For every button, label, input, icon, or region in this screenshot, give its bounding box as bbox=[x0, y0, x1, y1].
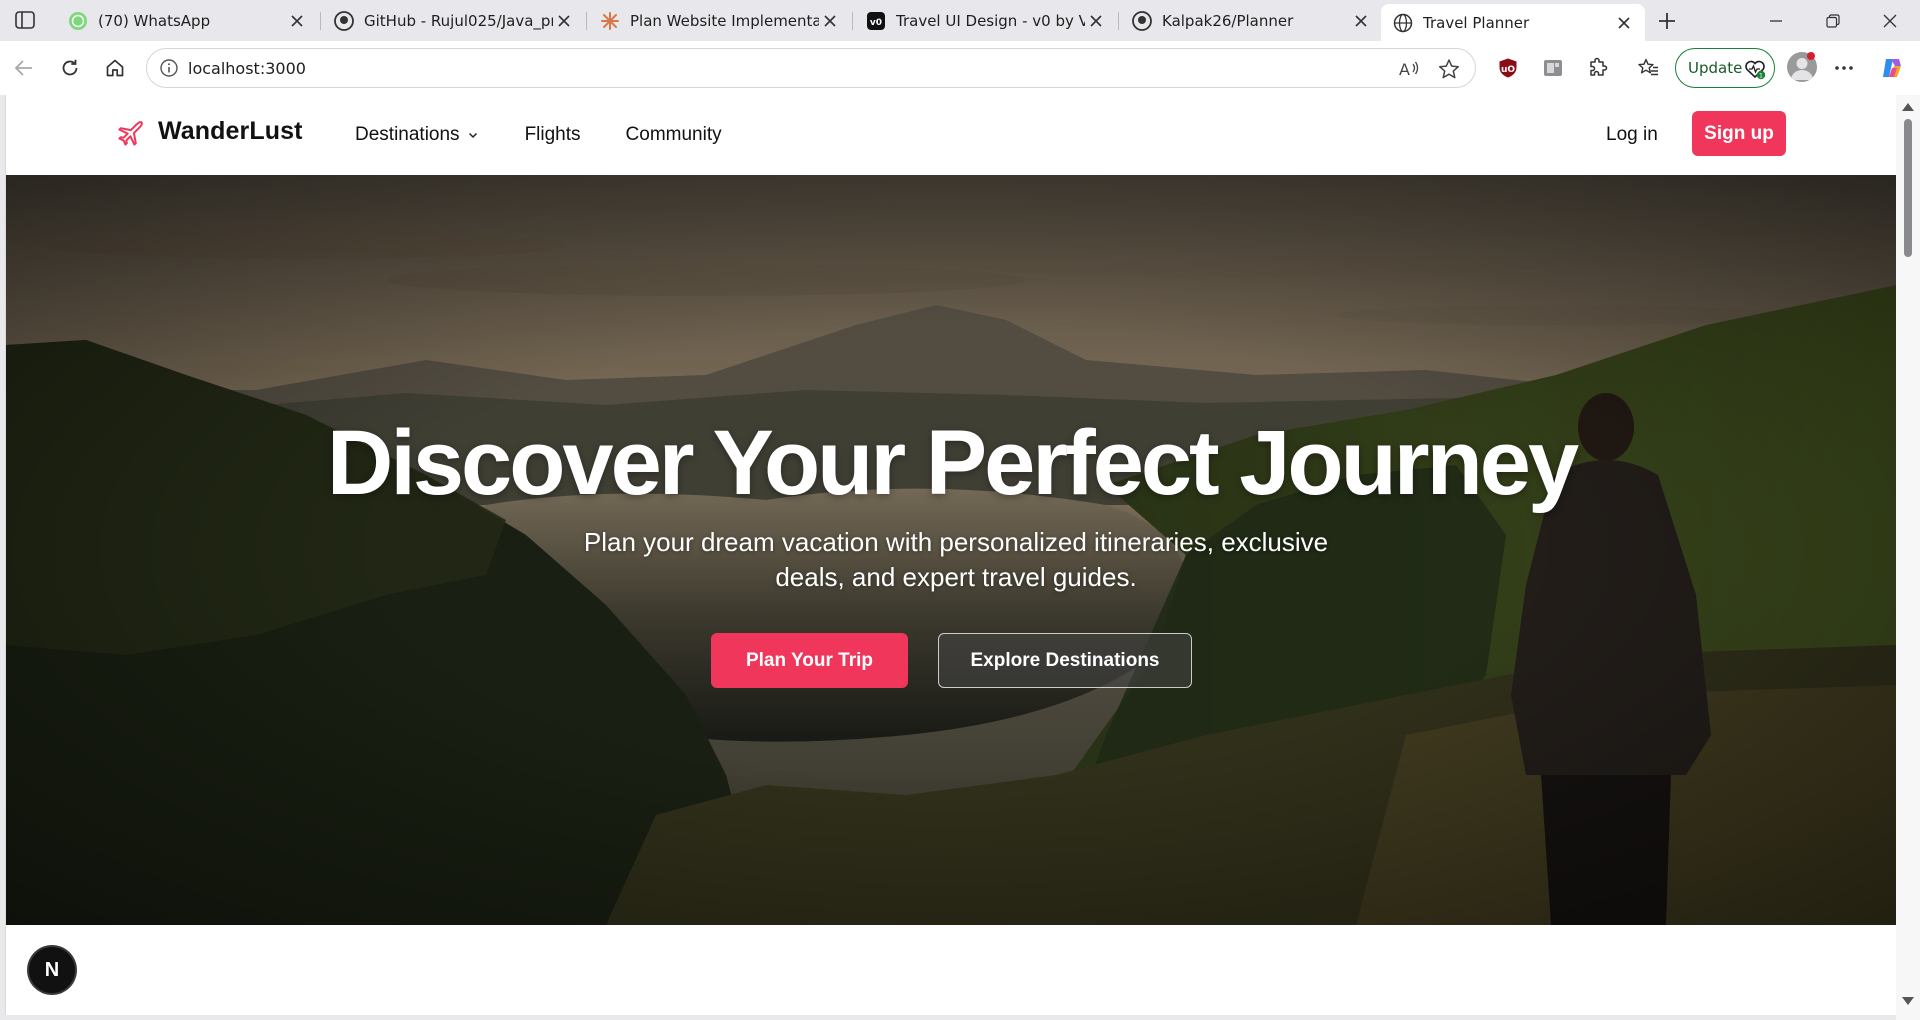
hero-subtitle: Plan your dream vacation with personaliz… bbox=[583, 527, 1329, 592]
whatsapp-icon bbox=[68, 11, 88, 31]
browser-essentials-icon: 1 bbox=[1744, 58, 1766, 80]
tab-title: Plan Website Implementation bbox=[630, 11, 819, 30]
url-text[interactable]: localhost:3000 bbox=[188, 59, 306, 78]
restore-icon[interactable] bbox=[1805, 0, 1861, 41]
site-header: WanderLust Destinations Flights Communit… bbox=[6, 95, 1896, 175]
notification-dot bbox=[1807, 52, 1815, 60]
svg-text:1: 1 bbox=[1759, 72, 1763, 80]
v0-icon: v0 bbox=[866, 11, 886, 31]
extensions-puzzle-icon[interactable] bbox=[1584, 54, 1612, 82]
brand-name: WanderLust bbox=[158, 117, 303, 145]
plane-icon bbox=[118, 118, 146, 146]
close-icon[interactable] bbox=[286, 10, 308, 32]
tab-title: (70) WhatsApp bbox=[98, 11, 211, 30]
extension-card-icon[interactable] bbox=[1539, 54, 1567, 82]
tab-title: Travel Planner bbox=[1423, 13, 1530, 32]
github-icon bbox=[1132, 10, 1152, 31]
svg-text:v0: v0 bbox=[870, 18, 882, 28]
svg-text:A: A bbox=[1399, 60, 1410, 79]
nextjs-dev-badge[interactable]: N bbox=[29, 947, 75, 993]
tab-strip: (70) WhatsApp GitHub - Rujul025/Java_pro… bbox=[0, 0, 1920, 41]
new-tab-icon[interactable] bbox=[1652, 6, 1682, 36]
sidebar-toggle-icon[interactable] bbox=[12, 8, 38, 32]
ublock-icon[interactable]: uO bbox=[1494, 54, 1522, 82]
tab-plan-website[interactable]: Plan Website Implementation bbox=[588, 4, 851, 37]
page-viewport: WanderLust Destinations Flights Communit… bbox=[5, 95, 1896, 1015]
scrollbar-thumb[interactable] bbox=[1904, 119, 1912, 257]
page-scrollbar[interactable] bbox=[1896, 95, 1920, 1020]
close-icon[interactable] bbox=[1085, 10, 1107, 32]
site-logo[interactable]: WanderLust bbox=[118, 117, 303, 146]
close-icon[interactable] bbox=[1613, 12, 1635, 34]
browser-toolbar: localhost:3000 A uO Update 1 bbox=[0, 41, 1920, 95]
svg-text:uO: uO bbox=[1501, 65, 1515, 75]
scroll-up-icon[interactable] bbox=[1902, 103, 1914, 111]
close-icon[interactable] bbox=[819, 10, 841, 32]
tab-v0-travel[interactable]: v0 Travel UI Design - v0 by Verc bbox=[854, 4, 1117, 37]
github-icon bbox=[334, 10, 354, 31]
hero-title: Discover Your Perfect Journey bbox=[326, 412, 1579, 514]
home-icon[interactable] bbox=[101, 54, 129, 82]
nav-destinations-label: Destinations bbox=[355, 124, 460, 145]
nav-flights[interactable]: Flights bbox=[525, 124, 581, 146]
tab-github-rujul[interactable]: GitHub - Rujul025/Java_proje bbox=[322, 4, 585, 37]
explore-destinations-button[interactable]: Explore Destinations bbox=[938, 633, 1192, 688]
nav-community[interactable]: Community bbox=[626, 124, 722, 146]
chevron-down-icon bbox=[468, 132, 477, 139]
tab-title: Travel UI Design - v0 by Verc bbox=[896, 11, 1085, 30]
signup-button[interactable]: Sign up bbox=[1692, 111, 1786, 156]
tab-travel-planner[interactable]: Travel Planner bbox=[1381, 4, 1645, 41]
update-button[interactable]: Update 1 bbox=[1675, 48, 1775, 88]
minimize-icon[interactable] bbox=[1748, 0, 1804, 41]
close-icon[interactable] bbox=[1350, 10, 1372, 32]
tab-title: Kalpak26/Planner bbox=[1162, 11, 1294, 30]
back-icon[interactable] bbox=[10, 54, 38, 82]
favorites-icon[interactable] bbox=[1634, 54, 1662, 82]
plan-your-trip-button[interactable]: Plan Your Trip bbox=[711, 633, 908, 688]
favorite-star-icon[interactable] bbox=[1437, 57, 1461, 81]
more-menu-icon[interactable] bbox=[1830, 54, 1858, 82]
copilot-icon[interactable] bbox=[1878, 54, 1906, 82]
window-close-icon[interactable] bbox=[1862, 0, 1918, 41]
globe-icon bbox=[1393, 13, 1413, 33]
address-bar[interactable]: localhost:3000 A bbox=[146, 48, 1476, 88]
refresh-icon[interactable] bbox=[56, 54, 84, 82]
login-link[interactable]: Log in bbox=[1606, 124, 1658, 146]
nav-destinations[interactable]: Destinations bbox=[355, 124, 480, 146]
update-label: Update bbox=[1688, 59, 1743, 77]
tab-title: GitHub - Rujul025/Java_proje bbox=[364, 11, 553, 30]
read-aloud-icon[interactable]: A bbox=[1397, 57, 1421, 81]
hero-section: Discover Your Perfect Journey Plan your … bbox=[6, 175, 1896, 925]
main-nav: Destinations Flights Community bbox=[355, 124, 767, 146]
tab-github-kalpak[interactable]: Kalpak26/Planner bbox=[1120, 4, 1382, 37]
claude-icon bbox=[600, 11, 620, 31]
tab-whatsapp[interactable]: (70) WhatsApp bbox=[56, 4, 318, 37]
site-info-icon[interactable] bbox=[159, 58, 179, 78]
close-icon[interactable] bbox=[553, 10, 575, 32]
scroll-down-icon[interactable] bbox=[1902, 997, 1914, 1005]
